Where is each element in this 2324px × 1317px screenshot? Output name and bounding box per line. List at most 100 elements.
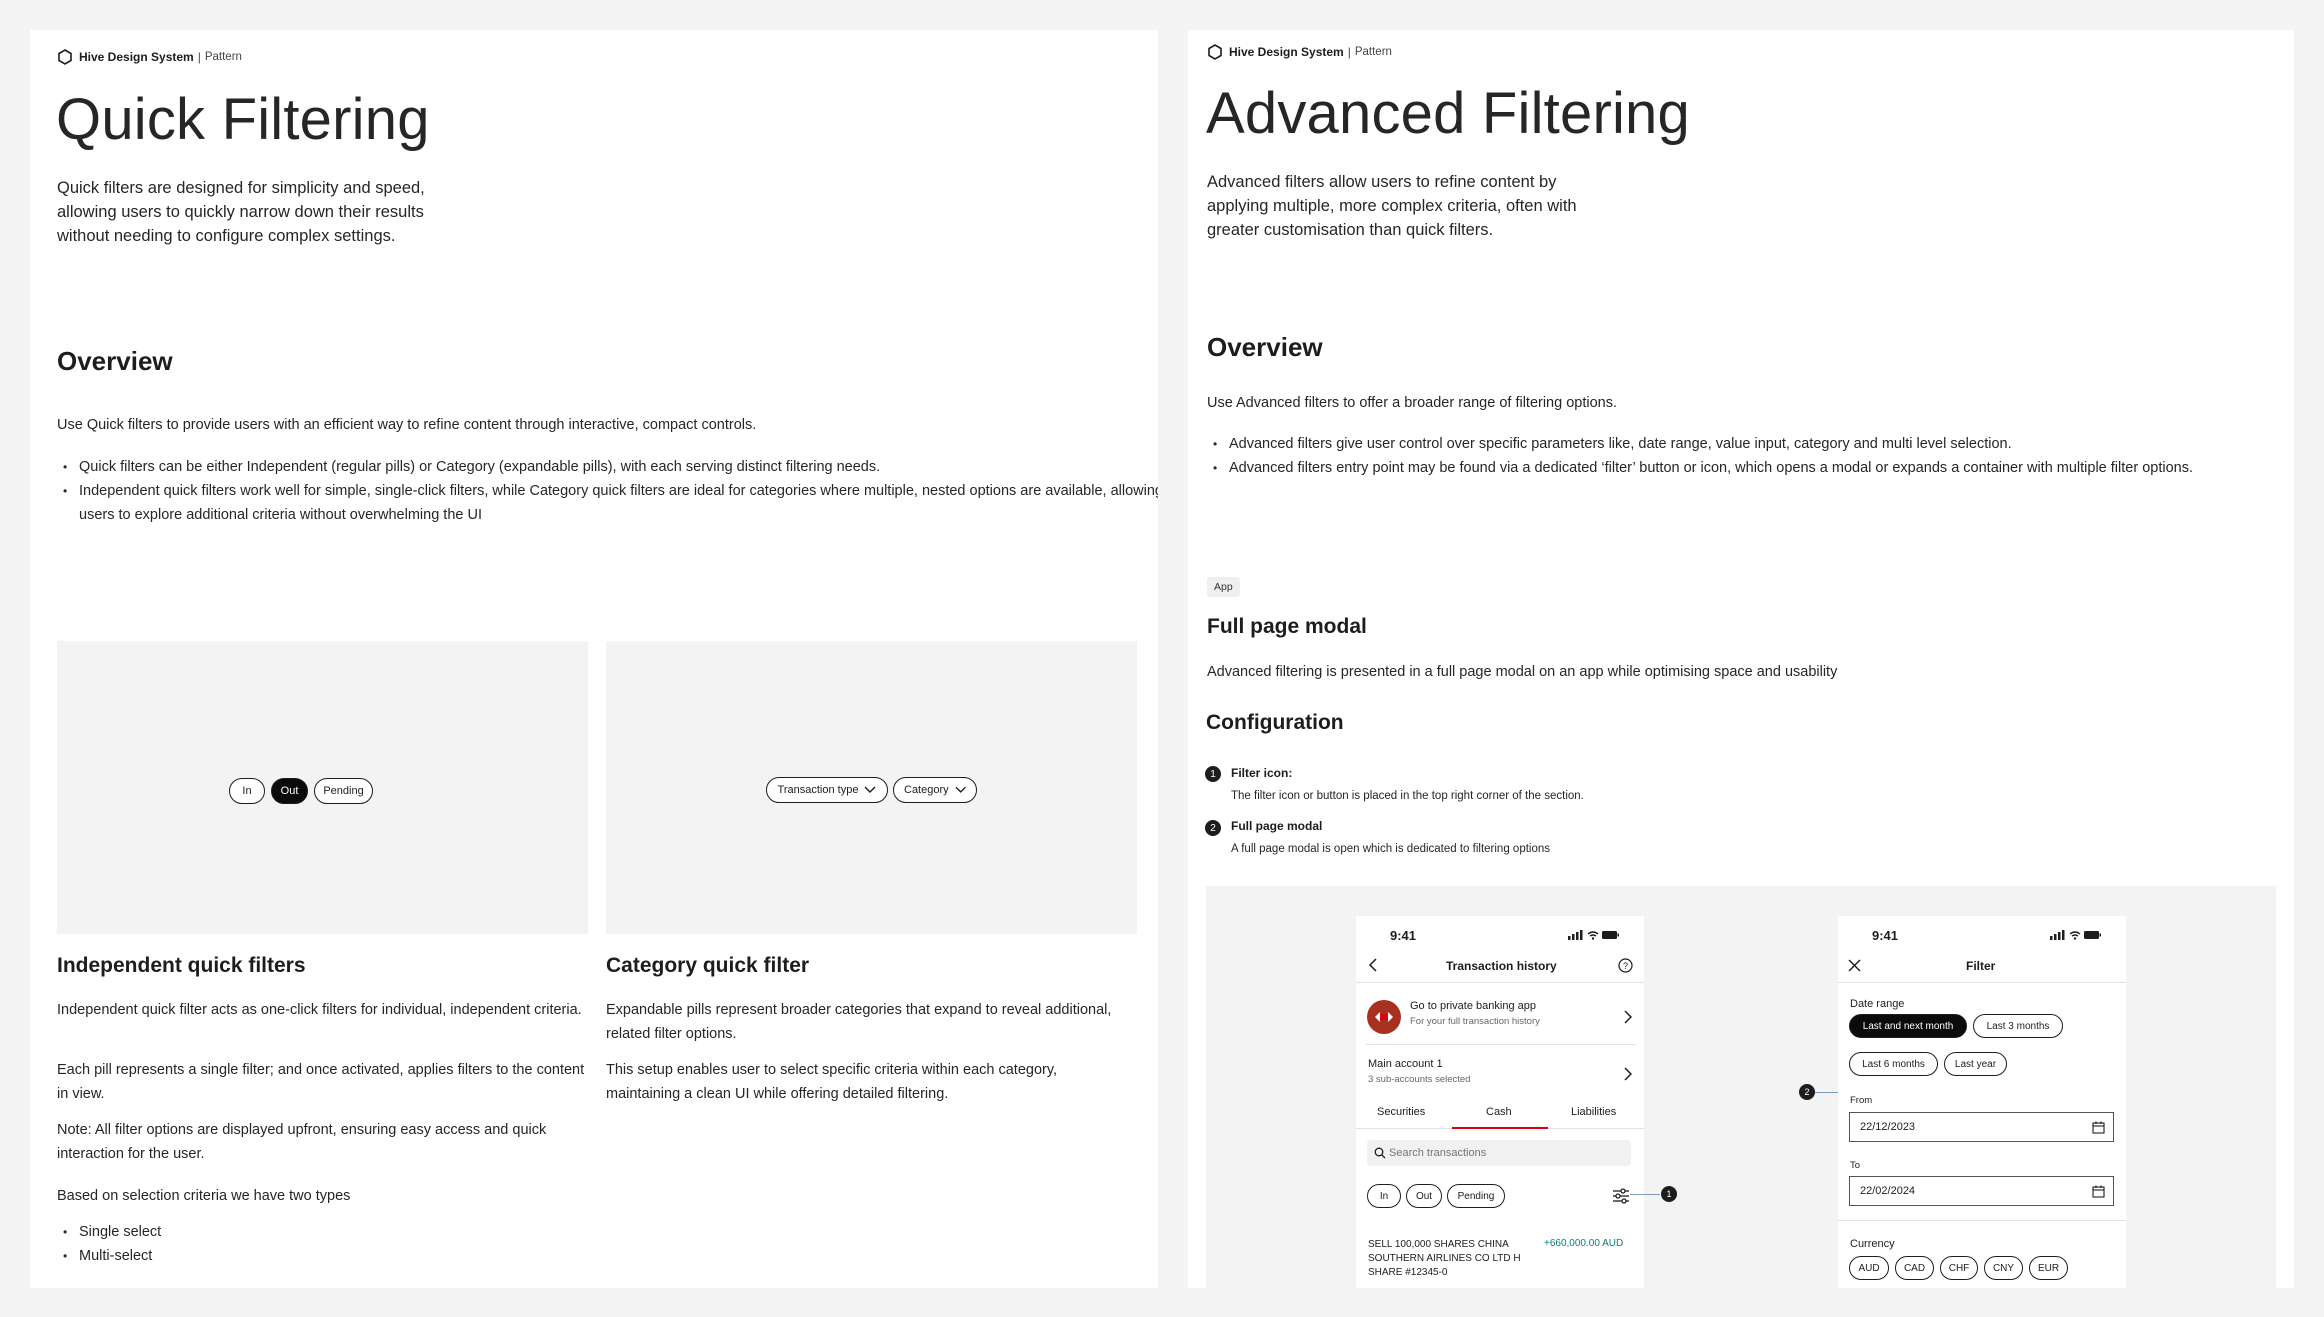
to-date-field[interactable] xyxy=(1849,1176,2114,1206)
pill-category[interactable]: Category xyxy=(893,777,977,803)
divider xyxy=(1838,1220,2126,1221)
pill-last-6-months[interactable]: Last 6 months xyxy=(1849,1052,1938,1076)
overview-text: Use Advanced filters to offer a broader … xyxy=(1207,395,1618,411)
independent-text-2: Each pill represents a single filter; an… xyxy=(57,1062,585,1102)
list-item: Single select xyxy=(57,1220,457,1244)
list-item: Advanced filters entry point may be foun… xyxy=(1207,456,2287,480)
svg-text:?: ? xyxy=(1623,961,1628,971)
modal-text: Advanced filtering is presented in a ful… xyxy=(1207,664,1838,680)
page-title: Advanced Filtering xyxy=(1206,81,1690,146)
pill-out[interactable]: Out xyxy=(271,778,308,804)
brand-name: Hive Design System xyxy=(1229,45,1344,59)
step-desc-2: A full page modal is open which is dedic… xyxy=(1231,843,1551,855)
tab-cash[interactable]: Cash xyxy=(1486,1106,1512,1118)
transaction-history-phone: 9:41 Transaction history ? Go to private… xyxy=(1356,916,1644,1288)
overview-text: Use Quick filters to provide users with … xyxy=(57,417,757,433)
pill-currency-aud[interactable]: AUD xyxy=(1849,1256,1889,1280)
chevron-right-icon[interactable] xyxy=(1624,1067,1632,1081)
callout-line-1 xyxy=(1630,1194,1660,1195)
calendar-icon[interactable] xyxy=(2092,1121,2105,1134)
screen-title: Transaction history xyxy=(1446,959,1557,973)
status-time: 9:41 xyxy=(1872,928,1899,943)
quick-filtering-page: Hive Design System | Pattern Quick Filte… xyxy=(30,30,1158,1288)
account-sub: 3 sub-accounts selected xyxy=(1368,1074,1471,1085)
brand-header: Hive Design System | Pattern xyxy=(57,49,242,65)
callout-badge-1: 1 xyxy=(1661,1186,1677,1202)
brand-separator: | xyxy=(1347,45,1351,59)
calendar-icon[interactable] xyxy=(2092,1185,2105,1198)
help-icon[interactable]: ? xyxy=(1618,958,1633,973)
filter-sliders-icon[interactable] xyxy=(1612,1188,1630,1204)
to-date-input[interactable] xyxy=(1850,1177,2061,1205)
back-chevron-icon[interactable] xyxy=(1368,958,1378,972)
hexagon-logo-icon xyxy=(58,49,72,65)
brand-name: Hive Design System xyxy=(79,50,194,64)
pill-in[interactable]: In xyxy=(1367,1184,1401,1208)
pill-in[interactable]: In xyxy=(229,778,265,804)
status-bar-icons xyxy=(2050,930,2101,940)
from-date-input[interactable] xyxy=(1850,1113,2061,1141)
platform-tag: App xyxy=(1207,577,1240,597)
pill-transaction-type[interactable]: Transaction type xyxy=(766,777,888,803)
pill-currency-eur[interactable]: EUR xyxy=(2029,1256,2068,1280)
account-title[interactable]: Main account 1 xyxy=(1368,1058,1443,1070)
independent-text-1: Independent quick filter acts as one-cli… xyxy=(57,1002,582,1018)
chevron-down-icon xyxy=(864,786,876,793)
pill-pending[interactable]: Pending xyxy=(1447,1184,1505,1208)
search-input[interactable] xyxy=(1367,1140,1631,1166)
brand-header: Hive Design System | Pattern xyxy=(1207,44,1392,60)
independent-filter-preview: In Out Pending xyxy=(57,641,588,934)
private-banking-title[interactable]: Go to private banking app xyxy=(1410,1000,1536,1012)
configuration-heading: Configuration xyxy=(1206,711,1344,734)
independent-text-4: Based on selection criteria we have two … xyxy=(57,1188,351,1204)
tab-liabilities[interactable]: Liabilities xyxy=(1571,1106,1616,1118)
divider xyxy=(1838,982,2126,983)
pill-last-3-months[interactable]: Last 3 months xyxy=(1973,1014,2063,1038)
screen-title: Filter xyxy=(1966,959,1996,973)
overview-heading: Overview xyxy=(1207,332,1323,362)
divider xyxy=(1366,1044,1636,1045)
list-item: Quick filters can be either Independent … xyxy=(57,455,1158,479)
pill-currency-cad[interactable]: CAD xyxy=(1895,1256,1934,1280)
category-filter-preview: Transaction type Category xyxy=(606,641,1137,934)
transaction-search[interactable] xyxy=(1367,1140,1631,1166)
pill-last-year[interactable]: Last year xyxy=(1944,1052,2007,1076)
step-number-1: 1 xyxy=(1205,766,1221,782)
overview-heading: Overview xyxy=(57,346,173,376)
list-item: Independent quick filters work well for … xyxy=(57,479,1158,527)
step-desc-1: The filter icon or button is placed in t… xyxy=(1231,790,1584,802)
category-heading: Category quick filter xyxy=(606,954,810,977)
overview-bullets: Advanced filters give user control over … xyxy=(1207,432,2287,480)
hexagon-logo-icon xyxy=(1208,44,1222,60)
from-label: From xyxy=(1850,1095,1873,1106)
filter-types-list: Single select Multi-select xyxy=(57,1220,457,1268)
brand-type: Pattern xyxy=(1354,46,1392,58)
pill-label: Category xyxy=(904,784,949,796)
pill-out[interactable]: Out xyxy=(1406,1184,1442,1208)
close-icon[interactable] xyxy=(1848,959,1861,972)
category-text-1: Expandable pills represent broader categ… xyxy=(606,1002,1112,1042)
date-range-label: Date range xyxy=(1850,998,1905,1010)
step-title-2: Full page modal xyxy=(1231,819,1323,833)
pill-currency-cny[interactable]: CNY xyxy=(1984,1256,2023,1280)
modal-heading: Full page modal xyxy=(1207,615,1367,638)
step-number-2: 2 xyxy=(1205,820,1221,836)
list-item: Multi-select xyxy=(57,1244,457,1268)
brand-separator: | xyxy=(197,50,201,64)
pill-currency-chf[interactable]: CHF xyxy=(1940,1256,1978,1280)
intro-text: Quick filters are designed for simplicit… xyxy=(57,179,425,245)
callout-badge-2: 2 xyxy=(1799,1084,1815,1100)
chevron-right-icon[interactable] xyxy=(1624,1010,1632,1024)
intro-text: Advanced filters allow users to refine c… xyxy=(1207,173,1577,239)
page-title: Quick Filtering xyxy=(56,87,430,152)
tab-securities[interactable]: Securities xyxy=(1377,1106,1425,1118)
pill-pending[interactable]: Pending xyxy=(314,778,373,804)
from-date-field[interactable] xyxy=(1849,1112,2114,1142)
category-text-2: This setup enables user to select specif… xyxy=(606,1062,1058,1102)
advanced-filtering-page: Hive Design System | Pattern Advanced Fi… xyxy=(1188,30,2294,1288)
step-title-1: Filter icon: xyxy=(1231,766,1293,780)
pill-last-and-next-month[interactable]: Last and next month xyxy=(1849,1014,1967,1038)
search-icon xyxy=(1374,1147,1386,1159)
overview-bullets: Quick filters can be either Independent … xyxy=(57,455,1158,527)
to-label: To xyxy=(1850,1160,1861,1171)
